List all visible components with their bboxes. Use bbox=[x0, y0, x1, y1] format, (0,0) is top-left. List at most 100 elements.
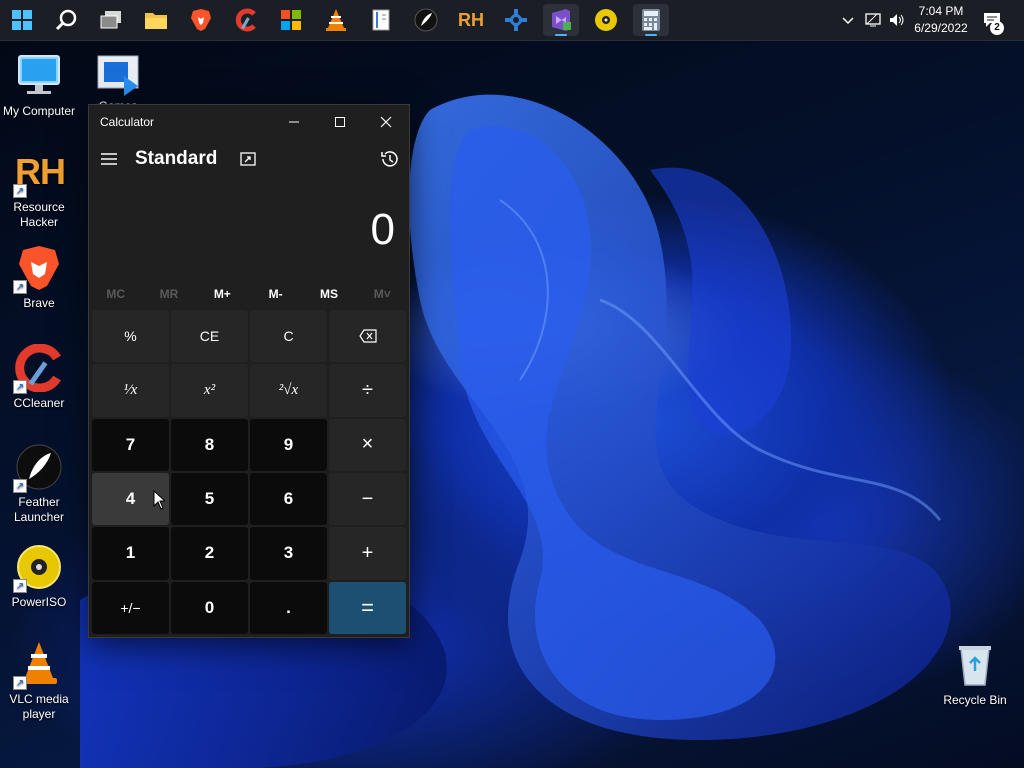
close-icon bbox=[380, 116, 392, 128]
multiply-button[interactable]: × bbox=[329, 418, 406, 471]
monitor-icon bbox=[15, 52, 63, 100]
brave-icon[interactable] bbox=[183, 4, 219, 36]
minimize-icon bbox=[289, 121, 299, 123]
poweriso-icon[interactable] bbox=[588, 4, 624, 36]
minimize-button[interactable] bbox=[271, 105, 317, 139]
digit-9-button[interactable]: 9 bbox=[250, 418, 327, 471]
shortcut-arrow-icon: ↗ bbox=[13, 380, 27, 394]
square-button[interactable]: x² bbox=[171, 364, 248, 417]
dev-icon[interactable] bbox=[498, 4, 534, 36]
square-root-button[interactable]: ²√x bbox=[250, 364, 327, 417]
add-button[interactable]: + bbox=[329, 527, 406, 580]
resource-hacker-icon[interactable]: RH bbox=[453, 4, 489, 36]
digit-6-button[interactable]: 6 bbox=[250, 472, 327, 526]
clock[interactable]: 7:04 PM 6/29/2022 bbox=[908, 3, 974, 37]
app-icon[interactable] bbox=[273, 4, 309, 36]
desktop-icon-label: My Computer bbox=[2, 104, 76, 118]
digit-5-button[interactable]: 5 bbox=[171, 472, 248, 526]
shortcut-arrow-icon: ↗ bbox=[13, 479, 27, 493]
reciprocal-button[interactable]: ¹⁄x bbox=[92, 364, 169, 417]
title-bar[interactable]: Calculator bbox=[89, 105, 409, 139]
shortcut-arrow-icon: ↗ bbox=[13, 184, 27, 198]
memory-store-button[interactable]: MS bbox=[302, 283, 355, 305]
digit-0-button[interactable]: 0 bbox=[171, 581, 248, 634]
equals-button[interactable]: = bbox=[329, 581, 406, 634]
keep-on-top-icon[interactable] bbox=[239, 150, 257, 173]
start-icon[interactable] bbox=[4, 4, 40, 36]
calculator-icon[interactable] bbox=[633, 4, 669, 36]
digit-7-button[interactable]: 7 bbox=[92, 418, 169, 471]
window-title: Calculator bbox=[100, 115, 155, 129]
subtract-button[interactable]: − bbox=[329, 472, 406, 526]
negate-button[interactable]: +/− bbox=[92, 581, 169, 634]
search-icon[interactable] bbox=[48, 4, 84, 36]
divide-button[interactable]: ÷ bbox=[329, 364, 406, 417]
memory-list-button[interactable]: M˅ bbox=[356, 283, 409, 305]
feather-icon[interactable] bbox=[408, 4, 444, 36]
digit-8-button[interactable]: 8 bbox=[171, 418, 248, 471]
desktop-icon-label: Resource Hacker bbox=[13, 200, 65, 229]
tray-overflow-chevron-icon[interactable] bbox=[842, 0, 854, 40]
backspace-button[interactable] bbox=[329, 310, 406, 363]
volume-icon[interactable] bbox=[888, 0, 906, 40]
network-icon[interactable] bbox=[864, 0, 882, 40]
desktop-icon-vlc[interactable]: ↗ VLC media player bbox=[0, 640, 79, 722]
desktop-icon-label: Feather Launcher bbox=[13, 495, 65, 524]
desktop-icon-feather-launcher[interactable]: ↗ Feather Launcher bbox=[0, 443, 79, 525]
calculator-window: Calculator Standard 0 MC MR M+ M- MS M˅ … bbox=[88, 104, 410, 638]
memory-row: MC MR M+ M- MS M˅ bbox=[89, 283, 409, 305]
visual-studio-icon[interactable] bbox=[543, 4, 579, 36]
result-display: 0 bbox=[370, 205, 395, 254]
digit-3-button[interactable]: 3 bbox=[250, 527, 327, 580]
desktop-icon-label: PowerISO bbox=[11, 595, 67, 609]
taskbar: RH 7:04 PM 6/29/2022 2 bbox=[0, 0, 1024, 41]
square-label: x² bbox=[203, 381, 216, 398]
digit-1-button[interactable]: 1 bbox=[92, 527, 169, 580]
shortcut-arrow-icon: ↗ bbox=[13, 579, 27, 593]
shortcut-arrow-icon: ↗ bbox=[13, 676, 27, 690]
vlc-icon[interactable] bbox=[318, 4, 354, 36]
mode-title: Standard bbox=[135, 148, 218, 169]
memory-recall-button[interactable]: MR bbox=[142, 283, 195, 305]
clock-time: 7:04 PM bbox=[918, 4, 964, 18]
clock-date: 6/29/2022 bbox=[914, 21, 968, 35]
reciprocal-label: ¹⁄x bbox=[123, 381, 138, 398]
task-view-icon[interactable] bbox=[93, 4, 129, 36]
history-icon[interactable] bbox=[379, 149, 399, 174]
feather-logo-icon: ↗ bbox=[13, 443, 63, 493]
keypad: % CE C ¹⁄x x² ²√x ÷ 7 8 9 × 4 5 6 − 1 2 … bbox=[92, 310, 406, 634]
notes-icon[interactable] bbox=[363, 4, 399, 36]
memory-add-button[interactable]: M+ bbox=[196, 283, 249, 305]
calculator-header: Standard bbox=[89, 139, 409, 179]
square-root-label: ²√x bbox=[278, 381, 299, 398]
clear-entry-button[interactable]: CE bbox=[171, 310, 248, 363]
decimal-button[interactable]: . bbox=[250, 581, 327, 634]
games-folder-icon bbox=[94, 52, 142, 100]
close-button[interactable] bbox=[363, 105, 409, 139]
memory-clear-button[interactable]: MC bbox=[89, 283, 142, 305]
hamburger-menu-icon[interactable] bbox=[99, 149, 119, 169]
brave-lion-icon: ↗ bbox=[13, 244, 63, 294]
desktop-icon-poweriso[interactable]: ↗ PowerISO bbox=[0, 543, 79, 610]
percent-button[interactable]: % bbox=[92, 310, 169, 363]
desktop-icon-label: Recycle Bin bbox=[943, 693, 1007, 707]
vlc-cone-icon: ↗ bbox=[13, 640, 63, 690]
desktop-icon-resource-hacker[interactable]: RH ↗ Resource Hacker bbox=[0, 148, 79, 230]
desktop-icon-ccleaner[interactable]: ↗ CCleaner bbox=[0, 343, 79, 411]
ccleaner-icon[interactable] bbox=[228, 4, 264, 36]
desktop-icon-my-computer[interactable]: My Computer bbox=[0, 52, 79, 119]
file-explorer-icon[interactable] bbox=[138, 4, 174, 36]
ccleaner-logo-icon: ↗ bbox=[13, 343, 63, 394]
notification-badge: 2 bbox=[990, 21, 1004, 35]
desktop-icon-recycle-bin[interactable]: Recycle Bin bbox=[935, 641, 1015, 708]
mouse-cursor-icon bbox=[153, 490, 165, 510]
memory-subtract-button[interactable]: M- bbox=[249, 283, 302, 305]
clear-button[interactable]: C bbox=[250, 310, 327, 363]
shortcut-arrow-icon: ↗ bbox=[13, 280, 27, 294]
digit-2-button[interactable]: 2 bbox=[171, 527, 248, 580]
recycle-bin-icon bbox=[951, 641, 999, 689]
desktop-icon-brave[interactable]: ↗ Brave bbox=[0, 244, 79, 311]
rh-text: RH bbox=[458, 9, 484, 30]
maximize-button[interactable] bbox=[317, 105, 363, 139]
resource-hacker-desktop-icon: RH ↗ bbox=[13, 148, 66, 198]
